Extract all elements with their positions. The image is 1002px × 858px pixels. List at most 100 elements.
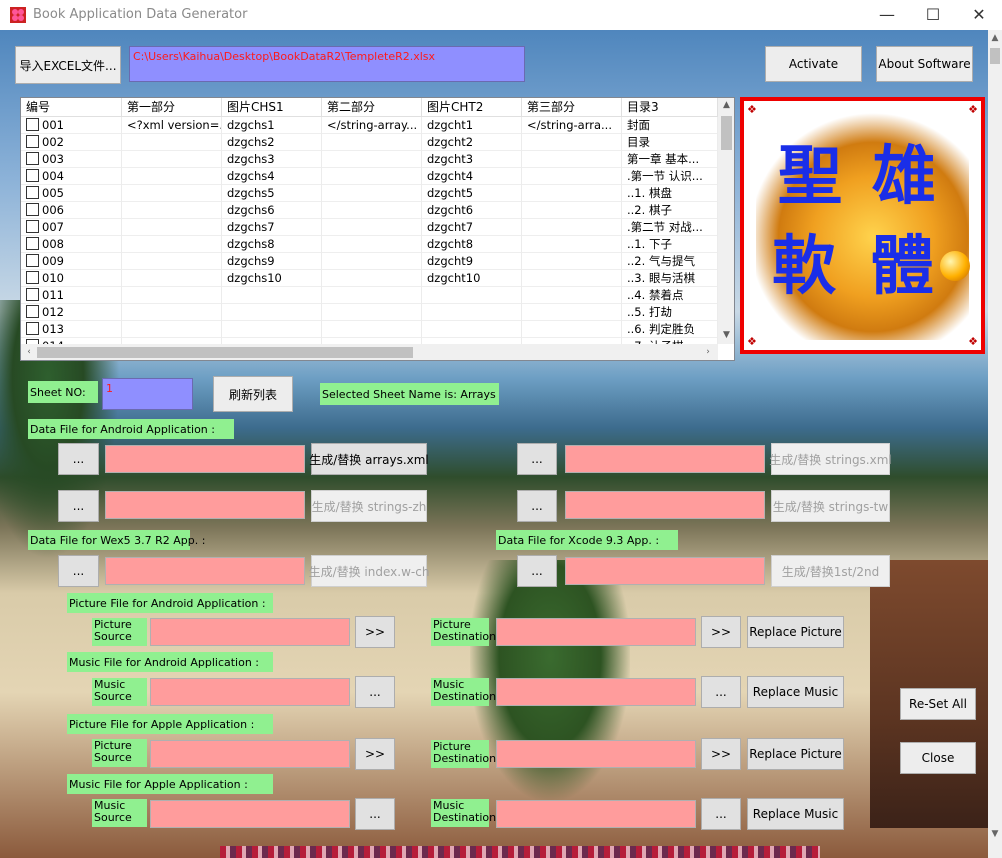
- music-source-browse-button[interactable]: ...: [355, 676, 395, 708]
- browse-button[interactable]: ...: [517, 490, 557, 522]
- column-header[interactable]: 第三部分: [522, 98, 622, 117]
- row-checkbox[interactable]: [26, 237, 39, 250]
- arrays-path-field[interactable]: [105, 445, 305, 473]
- table-row[interactable]: 002 dzgchs2 dzgcht2 目录: [21, 134, 718, 151]
- column-header[interactable]: 第一部分: [122, 98, 222, 117]
- excel-path-field[interactable]: C:\Users\Kaihua\Desktop\BookDataR2\Templ…: [129, 46, 525, 82]
- row-checkbox[interactable]: [26, 135, 39, 148]
- strings-zh-path-field[interactable]: [105, 491, 305, 519]
- column-header[interactable]: 图片CHT2: [422, 98, 522, 117]
- table-cell: ..2. 棋子: [622, 202, 718, 219]
- picture-android-section-label: Picture File for Android Application :: [67, 593, 273, 613]
- table-row[interactable]: 013 ..6. 判定胜负: [21, 321, 718, 338]
- row-checkbox[interactable]: [26, 254, 39, 267]
- row-checkbox[interactable]: [26, 203, 39, 216]
- generate-1st-2nd-button[interactable]: 生成/替换1st/2nd: [771, 555, 890, 587]
- replace-music-button[interactable]: Replace Music: [747, 798, 844, 830]
- row-checkbox[interactable]: [26, 271, 39, 284]
- table-cell: [122, 168, 222, 185]
- table-row[interactable]: 001 <?xml version=... dzgchs1 </string-arra…: [21, 117, 718, 134]
- generate-index-button[interactable]: 生成/替换 index.w-ch: [309, 555, 429, 587]
- picture-source-arrow-button[interactable]: >>: [355, 738, 395, 770]
- picture-destination-arrow-button[interactable]: >>: [701, 738, 741, 770]
- grid-vertical-thumb[interactable]: [721, 116, 732, 150]
- grid-scroll-left-icon[interactable]: ‹: [23, 347, 35, 357]
- window-scrollbar[interactable]: [988, 30, 1002, 858]
- table-row[interactable]: 007 dzgchs7 dzgcht7 .第二节 对战...: [21, 219, 718, 236]
- index-path-field[interactable]: [105, 557, 305, 585]
- music-destination-field[interactable]: [496, 678, 696, 706]
- strings-tw-path-field[interactable]: [565, 491, 765, 519]
- browse-button[interactable]: ...: [517, 555, 557, 587]
- table-cell: dzgchs2: [222, 134, 322, 151]
- grid-scroll-down-icon[interactable]: ▼: [718, 330, 734, 340]
- music-android-section-label: Music File for Android Application :: [67, 652, 273, 672]
- browse-button[interactable]: ...: [517, 443, 557, 475]
- browse-button[interactable]: ...: [58, 555, 99, 587]
- sheet-no-input[interactable]: 1: [102, 378, 193, 410]
- table-row[interactable]: 003 dzgchs3 dzgcht3 第一章 基本...: [21, 151, 718, 168]
- minimize-button[interactable]: —: [864, 0, 910, 30]
- scroll-up-icon[interactable]: ▲: [988, 30, 1002, 46]
- replace-music-button[interactable]: Replace Music: [747, 676, 844, 708]
- music-destination-browse-button[interactable]: ...: [701, 676, 741, 708]
- table-row[interactable]: 008 dzgchs8 dzgcht8 ..1. 下子: [21, 236, 718, 253]
- generate-strings-zh-button[interactable]: 生成/替换 strings-zh: [311, 490, 427, 522]
- scroll-thumb[interactable]: [990, 48, 1000, 64]
- reset-all-button[interactable]: Re-Set All: [900, 688, 976, 720]
- generate-strings-button[interactable]: 生成/替换 strings.xml: [769, 443, 892, 475]
- table-row[interactable]: 011 ..4. 禁着点: [21, 287, 718, 304]
- row-checkbox[interactable]: [26, 152, 39, 165]
- grid-scroll-right-icon[interactable]: ›: [702, 347, 714, 357]
- browse-button[interactable]: ...: [58, 490, 99, 522]
- row-id: 008: [42, 237, 64, 251]
- replace-picture-button[interactable]: Replace Picture: [747, 616, 844, 648]
- replace-picture-button[interactable]: Replace Picture: [747, 738, 844, 770]
- table-row[interactable]: 012 ..5. 打劫: [21, 304, 718, 321]
- music-destination-field[interactable]: [496, 800, 696, 828]
- dragon-pearl-icon: [940, 251, 970, 281]
- generate-arrays-button[interactable]: 生成/替换 arrays.xml: [309, 443, 429, 475]
- row-checkbox[interactable]: [26, 288, 39, 301]
- row-checkbox[interactable]: [26, 305, 39, 318]
- picture-source-field[interactable]: [150, 740, 350, 768]
- music-destination-browse-button[interactable]: ...: [701, 798, 741, 830]
- activate-button[interactable]: Activate: [765, 46, 862, 82]
- maximize-button[interactable]: ☐: [910, 0, 956, 30]
- music-source-field[interactable]: [150, 800, 350, 828]
- row-checkbox[interactable]: [26, 118, 39, 131]
- column-header[interactable]: 目录3: [622, 98, 718, 117]
- music-source-field[interactable]: [150, 678, 350, 706]
- picture-source-field[interactable]: [150, 618, 350, 646]
- picture-source-arrow-button[interactable]: >>: [355, 616, 395, 648]
- refresh-list-button[interactable]: 刷新列表: [213, 376, 293, 412]
- row-checkbox[interactable]: [26, 220, 39, 233]
- table-row[interactable]: 010 dzgchs10 dzgcht10 ..3. 眼与活棋: [21, 270, 718, 287]
- grid-horizontal-thumb[interactable]: [37, 347, 413, 358]
- close-window-button[interactable]: ✕: [956, 0, 1002, 30]
- column-header[interactable]: 第二部分: [322, 98, 422, 117]
- about-software-button[interactable]: About Software: [876, 46, 973, 82]
- column-header[interactable]: 编号: [21, 98, 122, 117]
- browse-button[interactable]: ...: [58, 443, 99, 475]
- row-checkbox[interactable]: [26, 186, 39, 199]
- scroll-down-icon[interactable]: ▼: [988, 826, 1002, 842]
- table-row[interactable]: 009 dzgchs9 dzgcht9 ..2. 气与提气: [21, 253, 718, 270]
- table-row[interactable]: 006 dzgchs6 dzgcht6 ..2. 棋子: [21, 202, 718, 219]
- picture-destination-arrow-button[interactable]: >>: [701, 616, 741, 648]
- strings-path-field[interactable]: [565, 445, 765, 473]
- grid-scroll-up-icon[interactable]: ▲: [718, 100, 734, 110]
- table-row[interactable]: 004 dzgchs4 dzgcht4 .第一节 认识...: [21, 168, 718, 185]
- column-header[interactable]: 图片CHS1: [222, 98, 322, 117]
- picture-destination-field[interactable]: [496, 618, 696, 646]
- table-row[interactable]: 005 dzgchs5 dzgcht5 ..1. 棋盘: [21, 185, 718, 202]
- generate-strings-tw-button[interactable]: 生成/替换 strings-tw: [771, 490, 890, 522]
- music-source-browse-button[interactable]: ...: [355, 798, 395, 830]
- row-checkbox[interactable]: [26, 322, 39, 335]
- close-button[interactable]: Close: [900, 742, 976, 774]
- import-excel-button[interactable]: 导入EXCEL文件...: [15, 46, 121, 84]
- picture-destination-field[interactable]: [496, 740, 696, 768]
- row-checkbox[interactable]: [26, 169, 39, 182]
- xcode-path-field[interactable]: [565, 557, 765, 585]
- data-grid[interactable]: 编号 第一部分 图片CHS1 第二部分 图片CHT2 第三部分 目录3 001 <…: [20, 97, 735, 361]
